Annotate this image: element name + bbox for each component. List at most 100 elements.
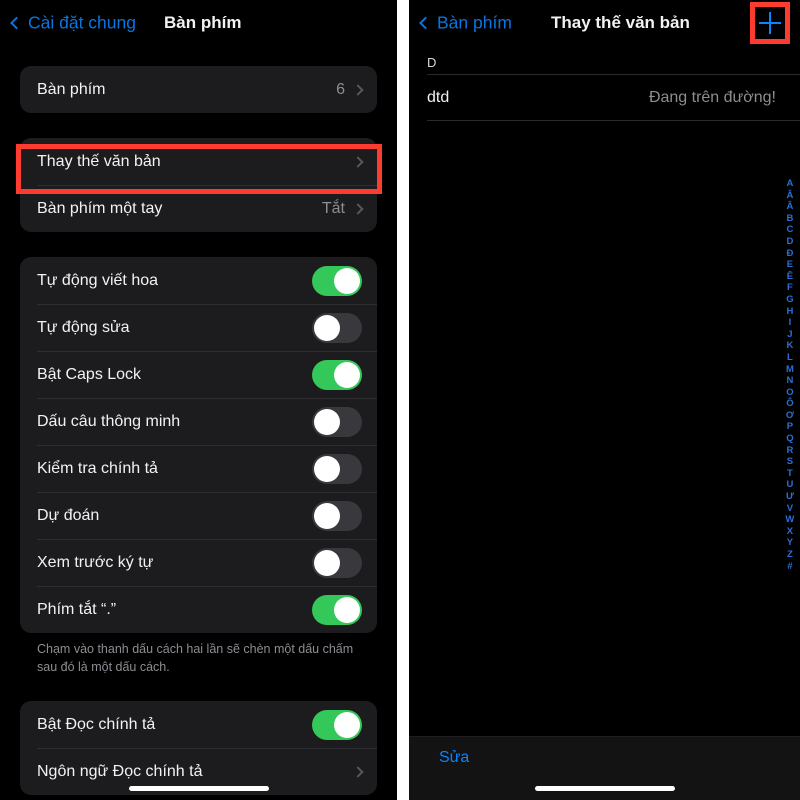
index-letter[interactable]: S [787,456,794,468]
row-du-doan[interactable]: Dự đoán [20,492,377,539]
chevron-right-icon [352,202,364,215]
index-letter[interactable]: U [786,479,793,491]
index-letter[interactable]: Y [787,537,794,549]
alphabet-index[interactable]: A Ă Â B C D Đ E Ê F G H I J K L M N O Ô Ơ P Q R S T U Ư V W X Y Z # [782,178,798,572]
row-label: Xem trước ký tự [37,553,154,571]
add-text-replacement-button[interactable] [748,2,792,44]
plus-icon [759,12,781,34]
toggle-xem-truoc-ky-tu[interactable] [312,547,362,578]
row-label: Thay thế văn bản [37,152,161,170]
row-tu-dong-sua[interactable]: Tự động sửa [20,304,377,351]
index-letter[interactable]: C [786,224,793,236]
index-letter[interactable]: X [787,526,794,538]
index-letter[interactable]: Ê [787,271,794,283]
index-letter[interactable]: T [787,468,793,480]
index-letter[interactable]: Â [786,201,793,213]
chevron-right-icon [352,766,364,778]
back-button-keyboard[interactable]: Bàn phím [419,12,512,34]
edit-button[interactable]: Sửa [439,749,469,767]
right-navigation-bar: Bàn phím Thay thế văn bản [409,0,800,46]
index-letter[interactable]: R [786,445,793,457]
index-letter[interactable]: D [786,236,793,248]
index-letter[interactable]: Ă [786,190,793,202]
row-tu-dong-viet-hoa[interactable]: Tự động viết hoa [20,257,377,304]
row-label: Bật Đọc chính tả [37,715,156,733]
index-letter[interactable]: F [787,282,793,294]
toggle-tu-dong-sua[interactable] [312,312,362,343]
row-label: Bật Caps Lock [37,365,142,383]
section-header-d: D [409,46,800,74]
home-indicator-right [534,786,675,791]
toggle-knob [314,502,340,529]
toggle-du-doan[interactable] [312,500,362,531]
row-label: Dấu câu thông minh [37,412,181,430]
group-footnote: Chạm vào thanh dấu cách hai lần sẽ chèn … [37,642,354,675]
toggle-knob [334,711,360,738]
toggle-tu-dong-viet-hoa[interactable] [312,265,362,296]
index-letter[interactable]: J [787,329,792,341]
row-ban-phim[interactable]: Bàn phím 6 [20,66,377,113]
row-ban-phim-mot-tay[interactable]: Bàn phím một tay Tắt [20,185,377,232]
row-value: Tắt [321,199,345,217]
index-letter[interactable]: Z [787,549,793,561]
row-dau-cau-thong-minh[interactable]: Dấu câu thông minh [20,398,377,445]
back-button-label: Cài đặt chung [28,12,136,33]
index-letter[interactable]: N [786,375,793,387]
index-letter[interactable]: M [786,364,794,376]
text-replacement-list: D dtd Đang trên đường! [409,46,800,121]
index-letter[interactable]: H [786,306,793,318]
toggle-knob [334,596,360,623]
back-button-label: Bàn phím [437,12,512,33]
toggle-kiem-tra-chinh-ta[interactable] [312,453,362,484]
row-label: Tự động sửa [37,318,130,336]
index-letter[interactable]: Q [786,433,794,445]
index-letter[interactable]: L [787,352,793,364]
row-bat-doc-chinh-ta[interactable]: Bật Đọc chính tả [20,701,377,748]
row-label: Kiểm tra chính tả [37,459,158,477]
row-thay-the-van-ban[interactable]: Thay thế văn bản [20,138,377,185]
index-letter[interactable]: W [785,514,794,526]
back-button-general-settings[interactable]: Cài đặt chung [10,12,136,34]
row-label: Bàn phím [37,80,106,98]
index-letter[interactable]: Ô [786,398,794,410]
index-letter[interactable]: # [787,561,792,573]
index-letter[interactable]: B [786,213,793,225]
chevron-left-icon [419,16,432,30]
toggle-knob [314,408,340,435]
page-title: Thay thế văn bản [551,13,690,32]
index-letter[interactable]: Ư [786,491,794,503]
index-letter[interactable]: A [786,178,793,190]
list-item[interactable]: dtd Đang trên đường! [409,75,800,120]
index-letter[interactable]: I [789,317,792,329]
index-letter[interactable]: G [786,294,794,306]
toggle-knob [314,314,340,341]
screenshot-root: Cài đặt chung Bàn phím Bàn phím 6 Thay t… [0,0,800,800]
row-label: Ngôn ngữ Đọc chính tả [37,762,203,780]
toggle-dau-cau-thong-minh[interactable] [312,406,362,437]
row-xem-truoc-ky-tu[interactable]: Xem trước ký tự [20,539,377,586]
index-letter[interactable]: Đ [786,248,793,260]
index-letter[interactable]: P [787,421,794,433]
row-label: Phím tắt “.” [37,600,117,618]
index-letter[interactable]: E [787,259,794,271]
index-letter[interactable]: O [786,387,794,399]
index-letter[interactable]: V [787,503,794,515]
list-separator [427,120,800,121]
toggle-bat-caps-lock[interactable] [312,359,362,390]
panel-divider [397,0,409,800]
row-kiem-tra-chinh-ta[interactable]: Kiểm tra chính tả [20,445,377,492]
toggle-bat-doc-chinh-ta[interactable] [312,709,362,740]
chevron-left-icon [10,16,23,30]
settings-list: Bàn phím 6 Thay thế văn bản Bàn phím một… [0,46,397,796]
row-bat-caps-lock[interactable]: Bật Caps Lock [20,351,377,398]
toggle-phim-tat-dot[interactable] [312,594,362,625]
index-letter[interactable]: Ơ [786,410,794,422]
keyboard-settings-screen: Cài đặt chung Bàn phím Bàn phím 6 Thay t… [0,0,397,800]
index-letter[interactable]: K [786,340,793,352]
row-label: Bàn phím một tay [37,199,163,217]
toggle-knob [334,267,360,294]
home-indicator-left [128,786,269,791]
row-phim-tat-dot[interactable]: Phím tắt “.” [20,586,377,633]
toggle-knob [314,549,340,576]
settings-group-dictation: Bật Đọc chính tả Ngôn ngữ Đọc chính tả [20,701,377,796]
